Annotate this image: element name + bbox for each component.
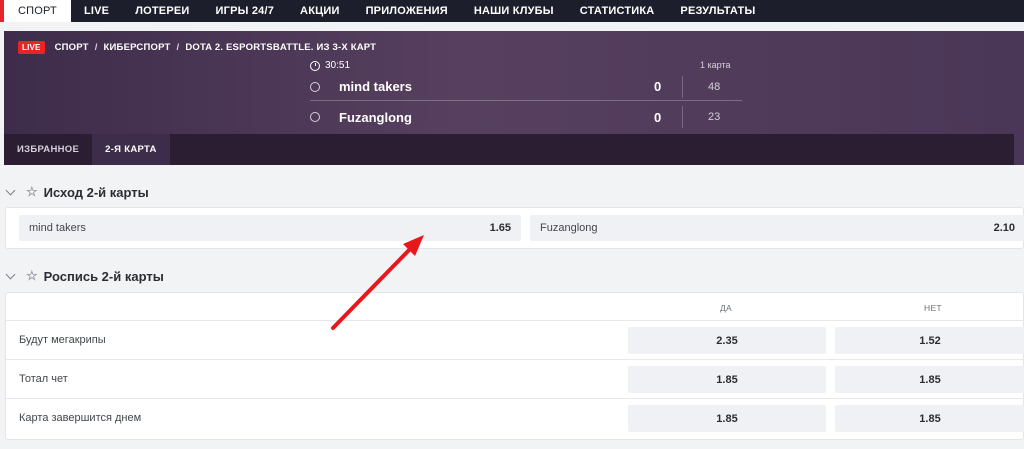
team-name: mind takers	[339, 79, 412, 94]
team-score: 0	[654, 79, 662, 94]
market-header-map2-outcome[interactable]: ☆ Исход 2-й карты	[5, 184, 149, 200]
breadcrumb-tournament[interactable]: DOTA 2. ESPORTSBATTLE. ИЗ 3-Х КАРТ	[185, 42, 376, 53]
breadcrumb-esports[interactable]: КИБЕРСПОРТ	[104, 42, 171, 53]
team-score: 0	[654, 109, 662, 125]
breadcrumb-sport[interactable]: СПОРТ	[55, 42, 89, 53]
chevron-down-icon[interactable]	[5, 185, 16, 195]
column-header-no: НЕТ	[924, 303, 942, 313]
outcome-odd: 2.10	[993, 222, 1015, 234]
table-row: Карта завершится днем 1.85 1.85	[6, 398, 1024, 437]
table-row: Тотал чет 1.85 1.85	[6, 359, 1024, 398]
nav-item-sport[interactable]: СПОРТ	[4, 0, 71, 22]
outcome-button[interactable]: mind takers 1.65	[19, 215, 521, 241]
market-header-map2-details[interactable]: ☆ Роспись 2-й карты	[5, 268, 164, 284]
team-circle-icon	[310, 112, 320, 122]
nav-item-promotions[interactable]: АКЦИИ	[287, 0, 353, 22]
nav-item-games[interactable]: ИГРЫ 24/7	[203, 0, 288, 22]
clock-icon	[310, 60, 320, 71]
team-map-score: 23	[682, 106, 720, 128]
market-title: Исход 2-й карты	[43, 184, 149, 200]
tab-map-2[interactable]: 2-Я КАРТА	[92, 134, 170, 165]
breadcrumb-separator: /	[176, 42, 180, 53]
brand-accent-bar	[0, 0, 4, 22]
team-row: Fuzanglong 0 23	[310, 103, 742, 131]
outcome-odd: 1.65	[489, 222, 511, 234]
outcome-name: mind takers	[29, 222, 86, 234]
breadcrumb-separator: /	[94, 42, 98, 53]
nav-item-lotteries[interactable]: ЛОТЕРЕИ	[122, 0, 202, 22]
team-name: Fuzanglong	[339, 109, 412, 125]
map-column-label: 1 карта	[700, 60, 731, 70]
star-icon[interactable]: ☆	[26, 184, 38, 200]
odd-button-no[interactable]: 1.85	[835, 366, 1024, 393]
nav-item-statistics[interactable]: СТАТИСТИКА	[567, 0, 668, 22]
odd-button-no[interactable]: 1.52	[835, 327, 1024, 354]
team-row: mind takers 0 48	[310, 73, 742, 101]
nav-item-clubs[interactable]: НАШИ КЛУБЫ	[461, 0, 567, 22]
market-title: Роспись 2-й карты	[43, 268, 164, 284]
match-timer: 30:51	[310, 60, 350, 71]
star-icon[interactable]: ☆	[26, 268, 38, 284]
timer-value: 30:51	[325, 60, 351, 71]
table-row: Будут мегакрипы 2.35 1.52	[6, 320, 1024, 359]
market-row-label: Будут мегакрипы	[19, 334, 106, 346]
odd-button-yes[interactable]: 1.85	[628, 405, 826, 432]
column-header-yes: ДА	[720, 303, 733, 313]
nav-item-results[interactable]: РЕЗУЛЬТАТЫ	[667, 0, 768, 22]
match-tabs: ИЗБРАННОЕ 2-Я КАРТА	[4, 134, 1014, 165]
breadcrumb: LIVE СПОРТ / КИБЕРСПОРТ / DOTA 2. ESPORT…	[18, 41, 376, 54]
live-badge: LIVE	[18, 41, 45, 54]
market-panel-map2-details: ДА НЕТ Будут мегакрипы 2.35 1.52 Тотал ч…	[5, 292, 1024, 440]
nav-item-apps[interactable]: ПРИЛОЖЕНИЯ	[353, 0, 461, 22]
team-circle-icon	[310, 81, 320, 92]
odd-button-yes[interactable]: 1.85	[628, 366, 826, 393]
top-nav: СПОРТ LIVE ЛОТЕРЕИ ИГРЫ 24/7 АКЦИИ ПРИЛО…	[0, 0, 1024, 22]
odd-button-yes[interactable]: 2.35	[628, 327, 826, 354]
nav-item-live[interactable]: LIVE	[71, 0, 122, 22]
outcome-button[interactable]: Fuzanglong 2.10	[530, 215, 1024, 241]
market-row-label: Карта завершится днем	[19, 412, 142, 424]
team-map-score: 48	[682, 75, 720, 98]
market-row-label: Тотал чет	[19, 373, 68, 385]
outcome-name: Fuzanglong	[540, 222, 598, 234]
tab-favorites[interactable]: ИЗБРАННОЕ	[4, 134, 92, 165]
odd-button-no[interactable]: 1.85	[835, 405, 1024, 432]
market-panel-map2-outcome: mind takers 1.65 Fuzanglong 2.10	[5, 207, 1024, 249]
chevron-down-icon[interactable]	[5, 269, 16, 279]
match-header: LIVE СПОРТ / КИБЕРСПОРТ / DOTA 2. ESPORT…	[4, 31, 1024, 165]
